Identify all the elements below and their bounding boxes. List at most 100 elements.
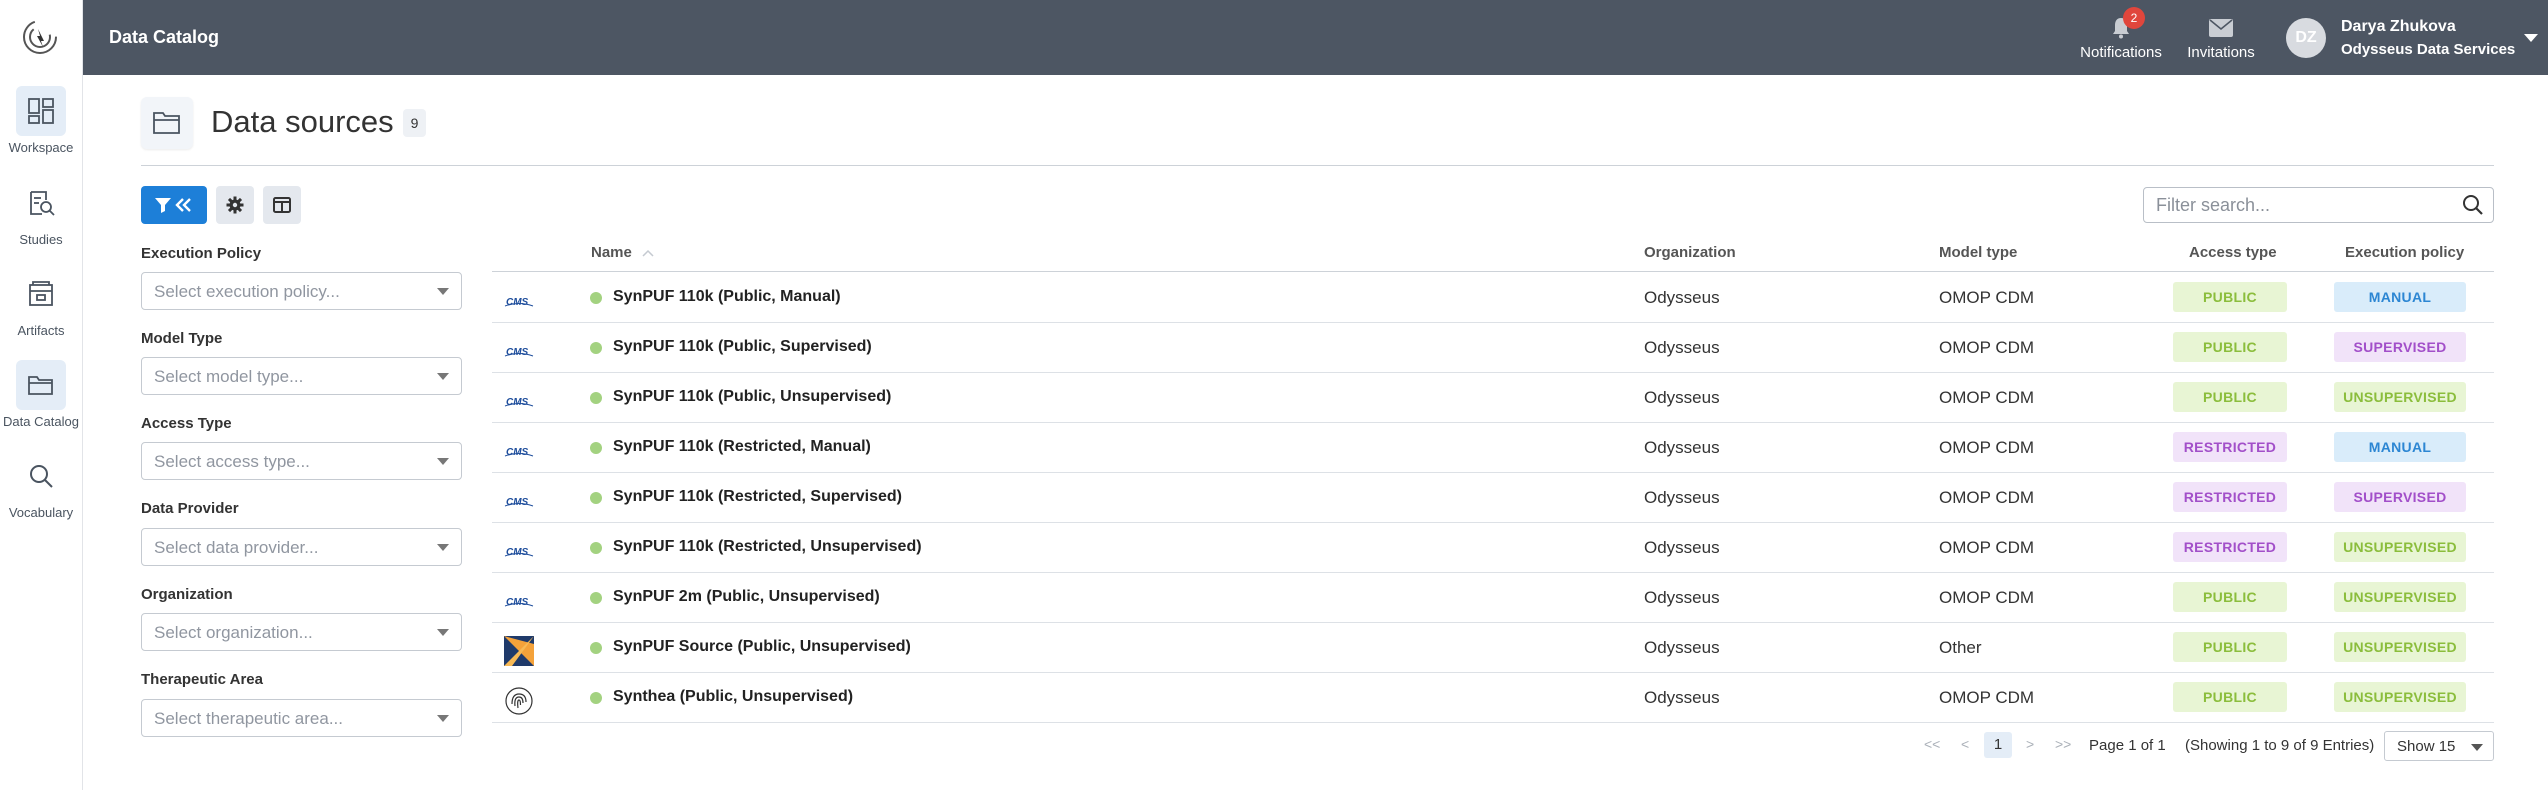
prev-page-button[interactable]: < xyxy=(1961,736,1969,752)
execution-policy-badge: SUPERVISED xyxy=(2334,332,2466,362)
column-header-access-type[interactable]: Access type xyxy=(2189,244,2277,261)
filter-organization-select[interactable]: Select organization... xyxy=(141,613,462,651)
data-source-model-type: OMOP CDM xyxy=(1939,538,2035,557)
data-source-model-type: OMOP CDM xyxy=(1939,688,2035,707)
table-row[interactable]: Synthea (Public, Unsupervised) Odysseus OM… xyxy=(492,673,2494,723)
data-source-name[interactable]: SynPUF 2m (Public, Unsupervised) xyxy=(613,588,880,606)
svg-text:CMS: CMS xyxy=(506,347,529,358)
cms-logo-icon: CMS xyxy=(504,386,534,416)
data-source-name[interactable]: SynPUF 110k (Public, Manual) xyxy=(613,288,841,306)
top-bar: Data Catalog 2 Notifications Invitations… xyxy=(83,0,2548,75)
cms-logo-icon: CMS xyxy=(504,586,534,616)
next-page-button[interactable]: > xyxy=(2026,736,2034,752)
table-header-divider xyxy=(492,271,2494,272)
first-page-button[interactable]: << xyxy=(1924,736,1940,752)
nav-artifacts-label: Artifacts xyxy=(17,323,65,338)
data-source-model-type: OMOP CDM xyxy=(1939,588,2035,607)
folder-icon xyxy=(141,97,193,149)
table-row[interactable]: SynPUF Source (Public, Unsupervised) Odys… xyxy=(492,623,2494,673)
current-page-button[interactable]: 1 xyxy=(1984,732,2012,758)
nav-data-catalog[interactable]: Data Catalog xyxy=(0,360,82,429)
access-type-badge: PUBLIC xyxy=(2173,582,2287,612)
table-row[interactable]: CMS SynPUF 110k (Public, Manual) Odysseus O… xyxy=(492,273,2494,323)
search-icon[interactable] xyxy=(2462,194,2484,216)
cms-logo-icon: CMS xyxy=(504,536,534,566)
table-row[interactable]: CMS SynPUF 110k (Restricted, Manual) Odyss… xyxy=(492,423,2494,473)
invitations-label: Invitations xyxy=(2187,44,2255,61)
last-page-button[interactable]: >> xyxy=(2055,736,2071,752)
data-source-organization: Odysseus xyxy=(1644,538,1720,557)
data-source-organization: Odysseus xyxy=(1644,338,1720,357)
nav-vocabulary[interactable]: Vocabulary xyxy=(0,451,82,520)
chevron-down-icon[interactable] xyxy=(2524,34,2538,42)
filter-therapeutic-area-select[interactable]: Select therapeutic area... xyxy=(141,699,462,737)
table-row[interactable]: CMS SynPUF 110k (Public, Supervised) Odyss… xyxy=(492,323,2494,373)
filter-model-type-select[interactable]: Select model type... xyxy=(141,357,462,395)
nav-workspace[interactable]: Workspace xyxy=(0,86,82,155)
filter-data-provider-label: Data Provider xyxy=(141,500,239,517)
table-row[interactable]: CMS SynPUF 2m (Public, Unsupervised) Odyss… xyxy=(492,573,2494,623)
page-info: Page 1 of 1 xyxy=(2089,737,2166,754)
access-type-badge: RESTRICTED xyxy=(2173,532,2287,562)
toggle-filters-button[interactable] xyxy=(141,186,207,224)
nav-artifacts[interactable]: Artifacts xyxy=(0,269,82,338)
execution-policy-badge: UNSUPERVISED xyxy=(2334,532,2466,562)
page-title: Data sources xyxy=(211,104,394,139)
access-type-badge: PUBLIC xyxy=(2173,332,2287,362)
user-organization[interactable]: Odysseus Data Services xyxy=(2341,41,2515,58)
table-row[interactable]: CMS SynPUF 110k (Public, Unsupervised) Ody… xyxy=(492,373,2494,423)
column-header-execution-policy[interactable]: Execution policy xyxy=(2345,244,2464,261)
data-source-model-type: OMOP CDM xyxy=(1939,288,2035,307)
filter-data-provider-select[interactable]: Select data provider... xyxy=(141,528,462,566)
nav-vocabulary-label: Vocabulary xyxy=(8,505,74,520)
column-header-model-type[interactable]: Model type xyxy=(1939,244,2017,261)
workspace-icon xyxy=(16,86,66,136)
data-source-name[interactable]: SynPUF 110k (Public, Supervised) xyxy=(613,338,872,356)
data-source-name[interactable]: SynPUF 110k (Restricted, Manual) xyxy=(613,438,871,456)
execution-policy-badge: UNSUPERVISED xyxy=(2334,682,2466,712)
data-source-name[interactable]: Synthea (Public, Unsupervised) xyxy=(613,688,853,706)
orange-x-logo-icon xyxy=(504,636,534,666)
data-source-name[interactable]: SynPUF 110k (Restricted, Unsupervised) xyxy=(613,538,922,556)
execution-policy-badge: UNSUPERVISED xyxy=(2334,382,2466,412)
cms-logo-icon: CMS xyxy=(504,336,534,366)
table-row[interactable]: CMS SynPUF 110k (Restricted, Unsupervised… xyxy=(492,523,2494,573)
data-source-name[interactable]: SynPUF 110k (Restricted, Supervised) xyxy=(613,488,902,506)
filter-access-type-select[interactable]: Select access type... xyxy=(141,442,462,480)
folder-icon xyxy=(16,360,66,410)
chevron-down-icon xyxy=(437,629,449,636)
artifacts-icon xyxy=(16,269,66,319)
data-source-name[interactable]: SynPUF 110k (Public, Unsupervised) xyxy=(613,388,891,406)
column-header-organization[interactable]: Organization xyxy=(1644,244,1736,261)
columns-icon xyxy=(273,197,291,213)
data-source-organization: Odysseus xyxy=(1644,588,1720,607)
filter-execution-policy-select[interactable]: Select execution policy... xyxy=(141,272,462,310)
notifications-button[interactable]: 2 Notifications xyxy=(2073,7,2169,61)
nav-studies[interactable]: Studies xyxy=(0,178,82,247)
data-source-organization: Odysseus xyxy=(1644,388,1720,407)
avatar[interactable]: DZ xyxy=(2286,18,2326,58)
status-dot-icon xyxy=(590,342,602,354)
filter-collapse-icon xyxy=(155,198,191,213)
status-dot-icon xyxy=(590,492,602,504)
settings-button[interactable] xyxy=(216,186,254,224)
page-size-select[interactable]: Show 15 xyxy=(2384,731,2494,761)
cms-logo-icon: CMS xyxy=(504,286,534,316)
access-type-badge: PUBLIC xyxy=(2173,682,2287,712)
header-divider xyxy=(141,165,2494,166)
column-header-name[interactable]: Name xyxy=(591,244,654,261)
status-dot-icon xyxy=(590,392,602,404)
columns-button[interactable] xyxy=(263,186,301,224)
app-logo-icon[interactable] xyxy=(17,14,63,60)
search-input[interactable] xyxy=(2143,187,2494,223)
data-source-organization: Odysseus xyxy=(1644,688,1720,707)
envelope-icon xyxy=(2209,19,2233,37)
filter-data-provider-placeholder: Select data provider... xyxy=(154,538,319,557)
fingerprint-logo-icon xyxy=(504,686,534,716)
invitations-button[interactable]: Invitations xyxy=(2176,14,2266,61)
user-name[interactable]: Darya Zhukova xyxy=(2341,18,2456,36)
table-row[interactable]: CMS SynPUF 110k (Restricted, Supervised) O… xyxy=(492,473,2494,523)
filter-organization-label: Organization xyxy=(141,586,233,603)
notifications-label: Notifications xyxy=(2080,44,2162,61)
data-source-name[interactable]: SynPUF Source (Public, Unsupervised) xyxy=(613,638,911,656)
